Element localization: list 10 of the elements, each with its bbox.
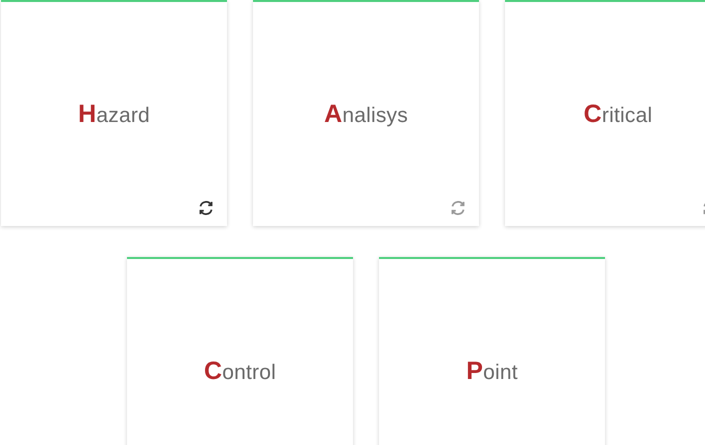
card-title: Point bbox=[466, 356, 518, 386]
card-title: Control bbox=[204, 356, 276, 386]
card-title: Hazard bbox=[78, 100, 150, 128]
card[interactable]: Critical bbox=[505, 0, 705, 226]
card-title: Analisys bbox=[324, 100, 408, 128]
card[interactable]: Control bbox=[127, 257, 353, 445]
card[interactable]: Hazard bbox=[1, 0, 227, 226]
card-title: Critical bbox=[584, 100, 652, 128]
card[interactable]: Point bbox=[379, 257, 605, 445]
card[interactable]: Analisys bbox=[253, 0, 479, 226]
